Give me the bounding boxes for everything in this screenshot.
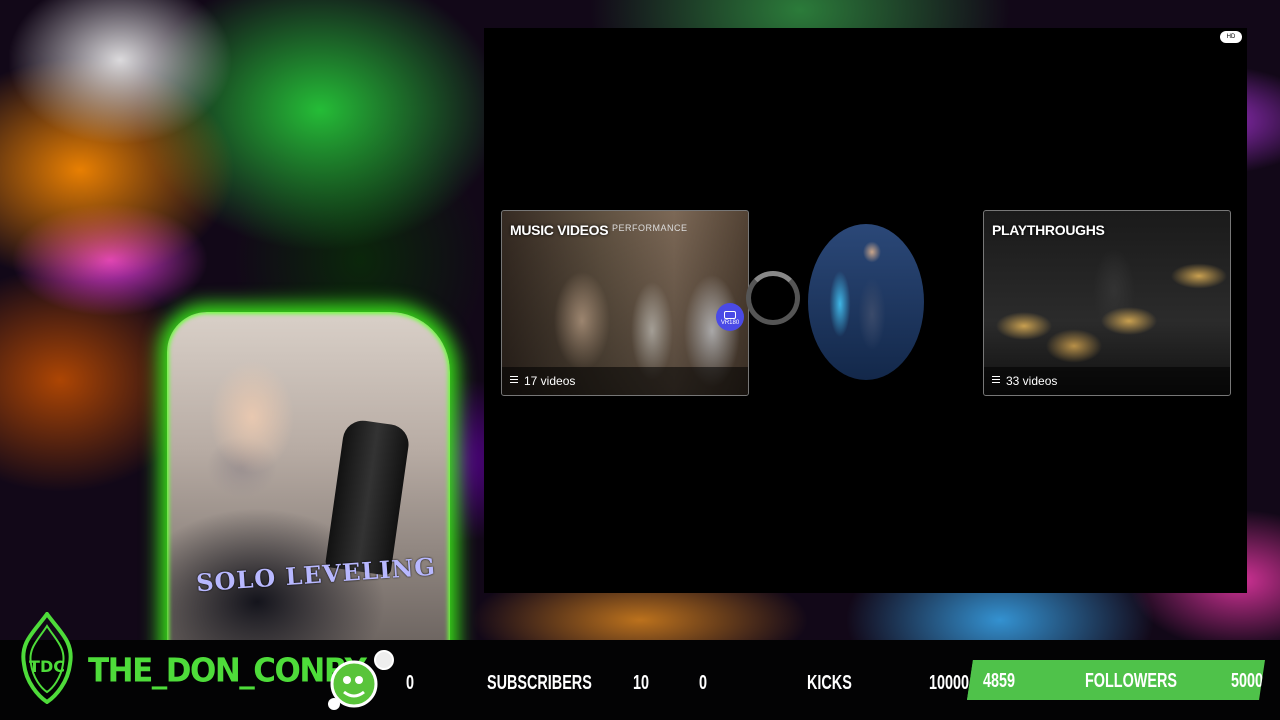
logo-text: TDC xyxy=(29,657,65,676)
playlist-card-music-videos[interactable]: MUSIC VIDEOS PERFORMANCE VR180 17 videos xyxy=(501,210,749,396)
playlist-card-playthroughs[interactable]: PLAYTHROUGHS 33 videos xyxy=(983,210,1231,396)
channel-logo-icon: TDC xyxy=(21,612,73,704)
followers-current: 4859 xyxy=(983,670,1016,692)
subscribers-current: 0 xyxy=(406,672,415,694)
kicks-current: 0 xyxy=(699,672,708,694)
playlist-icon xyxy=(992,376,1000,383)
followers-goal-bar: 4859 FOLLOWERS 5000 xyxy=(967,660,1265,700)
subscribers-goal: 10 xyxy=(633,672,650,694)
embedded-video-player[interactable]: HD MUSIC VIDEOS PERFORMANCE VR180 17 vid… xyxy=(484,28,1247,593)
vr-headset-icon: VR180 xyxy=(716,303,744,331)
quality-badge: HD xyxy=(1220,31,1242,43)
playlist-title: MUSIC VIDEOS xyxy=(510,222,609,238)
playlist-video-count: 17 videos xyxy=(524,374,576,388)
webcam-feed xyxy=(167,312,450,652)
playlist-video-count: 33 videos xyxy=(1006,374,1058,388)
playlist-footer: 17 videos xyxy=(502,367,748,395)
kicks-goal: 10000 xyxy=(929,672,970,694)
playlist-subtitle: PERFORMANCE xyxy=(612,223,688,233)
mascot-emote-icon xyxy=(328,650,394,710)
loading-spinner-icon xyxy=(746,271,800,325)
followers-goal: 5000 xyxy=(1231,670,1264,692)
playlist-footer: 33 videos xyxy=(984,367,1230,395)
playlist-icon xyxy=(510,376,518,383)
subscribers-label: SUBSCRIBERS xyxy=(487,672,592,694)
channel-avatar-thumbnail[interactable] xyxy=(808,224,924,380)
playlist-title: PLAYTHROUGHS xyxy=(992,222,1105,238)
followers-label: FOLLOWERS xyxy=(1085,670,1177,692)
kicks-label: KICKS xyxy=(807,672,852,694)
